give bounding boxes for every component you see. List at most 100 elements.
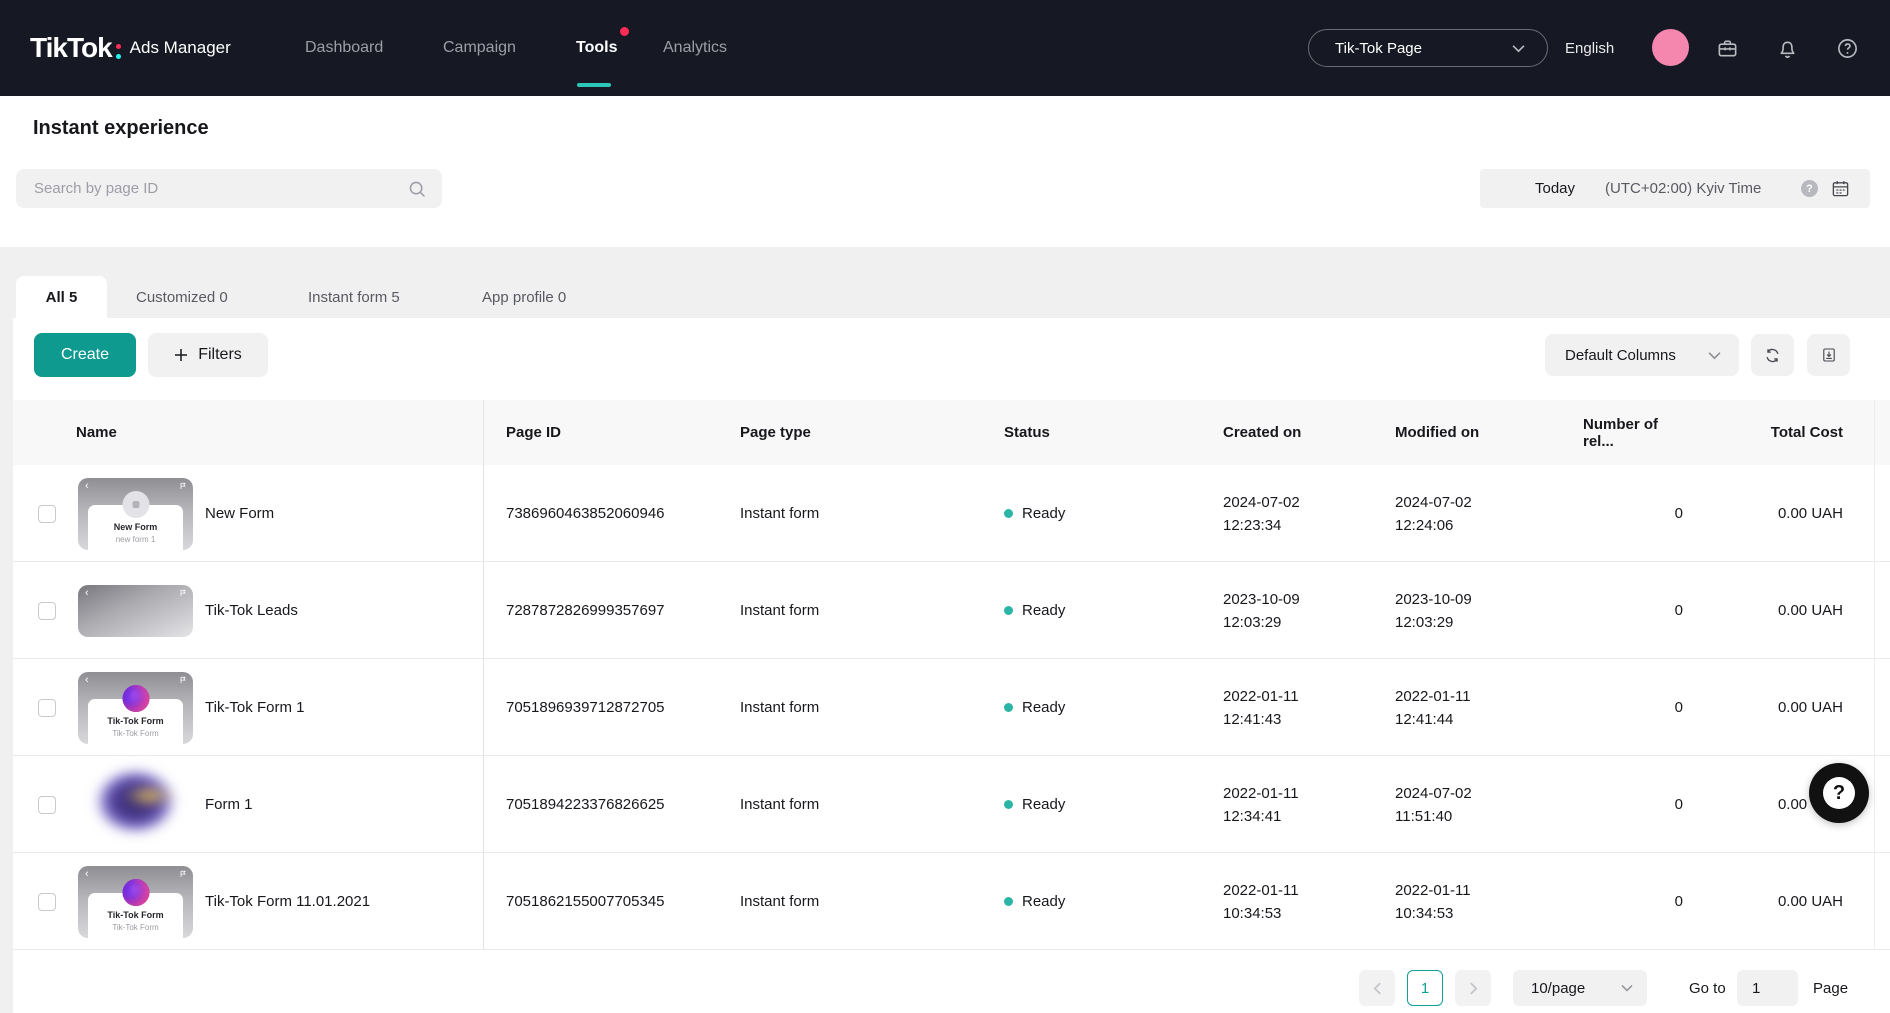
goto-page-input[interactable] (1737, 970, 1798, 1006)
timezone-label: (UTC+02:00) Kyiv Time (1605, 180, 1761, 197)
ads-manager-app: TikTok Ads Manager Dashboard Campaign To… (0, 0, 1890, 1013)
table-body: ‹New Formnew form 1 New Form 73869604638… (13, 465, 1890, 950)
thumb-logo-icon (122, 879, 149, 906)
row-created-on: 2024-07-0212:23:34 (1223, 465, 1300, 562)
pagination-next-button[interactable] (1455, 970, 1491, 1006)
row-page-id: 7051896939712872705 (506, 659, 665, 756)
row-page-id: 7287872826999357697 (506, 562, 665, 659)
status-label: Ready (1022, 796, 1065, 813)
row-total-cost: 0.00 UAH (1693, 465, 1843, 562)
nav-item-analytics[interactable]: Analytics (663, 0, 727, 96)
row-total-cost: 0.00 UAH (1693, 853, 1843, 950)
tab-instant-form[interactable]: Instant form 5 (308, 276, 400, 318)
row-page-id: 7386960463852060946 (506, 465, 665, 562)
page-selector-dropdown[interactable]: Tik-Tok Page (1308, 29, 1548, 67)
create-button[interactable]: Create (34, 333, 136, 377)
row-page-id: 7051894223376826625 (506, 756, 665, 853)
chevron-down-icon (1621, 984, 1633, 992)
timezone-help-icon[interactable]: ? (1801, 180, 1818, 197)
status-dot-icon (1004, 703, 1013, 712)
tab-strip: All 5 Customized 0 Instant form 5 App pr… (0, 247, 1890, 318)
row-checkbox[interactable] (38, 505, 56, 523)
row-status: Ready (1004, 756, 1065, 853)
table-row: Form 1 7051894223376826625 Instant form … (13, 756, 1890, 853)
row-created-on: 2022-01-1112:41:43 (1223, 659, 1299, 756)
status-label: Ready (1022, 893, 1065, 910)
row-status: Ready (1004, 465, 1065, 562)
table-header: Name Page ID Page type Status Created on… (13, 400, 1890, 465)
notifications-bell-icon[interactable] (1776, 0, 1799, 96)
chevron-down-icon (1708, 351, 1721, 360)
row-page-id: 7051862155007705345 (506, 853, 665, 950)
status-label: Ready (1022, 699, 1065, 716)
pagination-prev-button[interactable] (1359, 970, 1395, 1006)
language-selector[interactable]: English (1565, 0, 1614, 96)
row-checkbox[interactable] (38, 699, 56, 717)
tab-all[interactable]: All 5 (16, 276, 107, 318)
thumb-title: Tik-Tok Form (78, 716, 193, 726)
search-icon[interactable] (408, 180, 426, 198)
row-name: Tik-Tok Form 1 (205, 659, 304, 756)
export-button[interactable] (1807, 334, 1850, 376)
status-label: Ready (1022, 505, 1065, 522)
row-name: New Form (205, 465, 274, 562)
column-header-status: Status (1004, 400, 1050, 465)
page-size-dropdown[interactable]: 10/page (1513, 970, 1647, 1006)
column-header-created-on: Created on (1223, 400, 1301, 465)
row-name: Form 1 (205, 756, 253, 853)
row-page-type: Instant form (740, 465, 819, 562)
pagination-page-1[interactable]: 1 (1407, 970, 1443, 1006)
date-range-picker[interactable]: Today (UTC+02:00) Kyiv Time ? (1480, 169, 1870, 208)
status-label: Ready (1022, 602, 1065, 619)
row-created-on: 2022-01-1110:34:53 (1223, 853, 1299, 950)
row-thumbnail: ‹Tik-Tok FormTik-Tok Form (78, 866, 193, 938)
column-header-total-cost: Total Cost (1693, 400, 1843, 465)
refresh-button[interactable] (1751, 334, 1794, 376)
status-dot-icon (1004, 800, 1013, 809)
row-related-count: 0 (1583, 562, 1683, 659)
columns-dropdown[interactable]: Default Columns (1545, 334, 1739, 376)
row-related-count: 0 (1583, 853, 1683, 950)
flag-icon (179, 482, 187, 490)
column-header-page-id: Page ID (506, 400, 561, 465)
row-checkbox[interactable] (38, 893, 56, 911)
logo-colon-icon (116, 44, 121, 59)
nav-item-dashboard[interactable]: Dashboard (305, 0, 383, 96)
date-range-label: Today (1535, 180, 1575, 197)
search-input[interactable] (34, 180, 408, 197)
table-row: ‹ Tik-Tok Leads 7287872826999357697 Inst… (13, 562, 1890, 659)
page-selector-value: Tik-Tok Page (1335, 40, 1422, 57)
support-help-button[interactable]: ? (1809, 763, 1869, 823)
page-size-value: 10/page (1531, 980, 1585, 997)
thumb-title: Tik-Tok Form (78, 910, 193, 920)
row-thumbnail (78, 759, 193, 851)
tiktok-logo[interactable]: TikTok Ads Manager (30, 0, 231, 96)
nav-item-campaign[interactable]: Campaign (443, 0, 516, 96)
row-checkbox[interactable] (38, 602, 56, 620)
nav-item-tools[interactable]: Tools (576, 0, 617, 96)
status-dot-icon (1004, 897, 1013, 906)
tab-customized[interactable]: Customized 0 (136, 276, 228, 318)
columns-dropdown-value: Default Columns (1565, 347, 1676, 364)
table-row: ‹New Formnew form 1 New Form 73869604638… (13, 465, 1890, 562)
filters-button[interactable]: Filters (148, 333, 268, 377)
help-circle-icon[interactable] (1836, 0, 1859, 96)
row-page-type: Instant form (740, 853, 819, 950)
row-modified-on: 2022-01-1110:34:53 (1395, 853, 1471, 950)
user-avatar[interactable] (1652, 29, 1689, 66)
row-created-on: 2023-10-0912:03:29 (1223, 562, 1300, 659)
tab-app-profile[interactable]: App profile 0 (482, 276, 566, 318)
row-name: Tik-Tok Form 11.01.2021 (205, 853, 370, 950)
row-status: Ready (1004, 562, 1065, 659)
row-status: Ready (1004, 853, 1065, 950)
logo-subtitle: Ads Manager (130, 38, 231, 58)
chevron-down-icon (1512, 44, 1525, 53)
assets-briefcase-icon[interactable] (1716, 0, 1739, 96)
row-related-count: 0 (1583, 756, 1683, 853)
page-title: Instant experience (33, 117, 209, 140)
row-modified-on: 2024-07-0212:24:06 (1395, 465, 1472, 562)
row-created-on: 2022-01-1112:34:41 (1223, 756, 1299, 853)
row-checkbox[interactable] (38, 796, 56, 814)
column-header-modified-on: Modified on (1395, 400, 1479, 465)
left-gutter (0, 318, 13, 1013)
